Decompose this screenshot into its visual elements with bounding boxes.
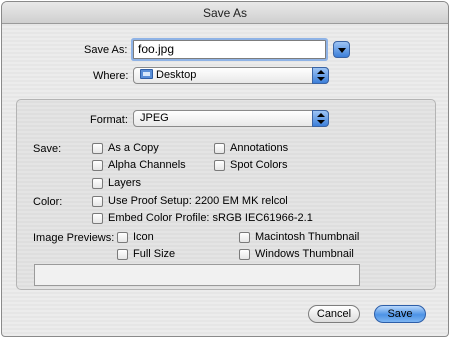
as-a-copy-checkbox[interactable]: As a Copy [92,142,159,154]
cancel-button[interactable]: Cancel [308,305,360,323]
windows-thumbnail-checkbox[interactable]: Windows Thumbnail [239,248,354,260]
where-value: Desktop [156,69,197,81]
checkbox-box [92,177,103,189]
save-as-dialog: Save As Save As: foo.jpg Where: Desktop … [1,1,449,337]
alpha-channels-checkbox[interactable]: Alpha Channels [92,159,186,171]
save-as-label: Save As: [84,44,128,56]
checkbox-box [92,195,103,207]
format-popup[interactable]: JPEG [133,110,329,127]
checkbox-box [214,159,225,171]
where-popup[interactable]: Desktop [133,67,329,84]
popup-arrows-icon [312,110,329,127]
format-label: Format: [90,114,128,126]
preview-well [34,264,360,286]
color-options-label: Color: [33,196,63,208]
checkbox-box [92,212,103,224]
popup-arrows-icon [312,67,329,84]
window-title: Save As [2,2,448,24]
embed-color-profile-checkbox[interactable]: Embed Color Profile: sRGB IEC61966-2.1 [92,212,313,224]
expand-browser-button[interactable] [333,41,350,58]
where-label: Where: [93,70,129,82]
layers-checkbox[interactable]: Layers [92,177,141,189]
image-previews-label: Image Previews: [33,232,115,244]
use-proof-setup-checkbox[interactable]: Use Proof Setup: 2200 EM MK relcol [92,195,288,207]
save-button[interactable]: Save [374,305,426,323]
checkbox-box [117,248,128,260]
full-size-preview-checkbox[interactable]: Full Size [117,248,175,260]
save-options-label: Save: [33,143,62,155]
checkbox-box [214,142,225,154]
checkbox-box [92,142,103,154]
format-value: JPEG [140,112,169,124]
filename-field[interactable]: foo.jpg [133,40,326,59]
checkbox-box [239,248,250,260]
checkbox-box [117,231,128,243]
checkbox-box [92,159,103,171]
checkbox-box [239,231,250,243]
icon-preview-checkbox[interactable]: Icon [117,231,154,243]
desktop-folder-icon [140,69,153,79]
spot-colors-checkbox[interactable]: Spot Colors [214,159,287,171]
annotations-checkbox[interactable]: Annotations [214,142,288,154]
macintosh-thumbnail-checkbox[interactable]: Macintosh Thumbnail [239,231,359,243]
